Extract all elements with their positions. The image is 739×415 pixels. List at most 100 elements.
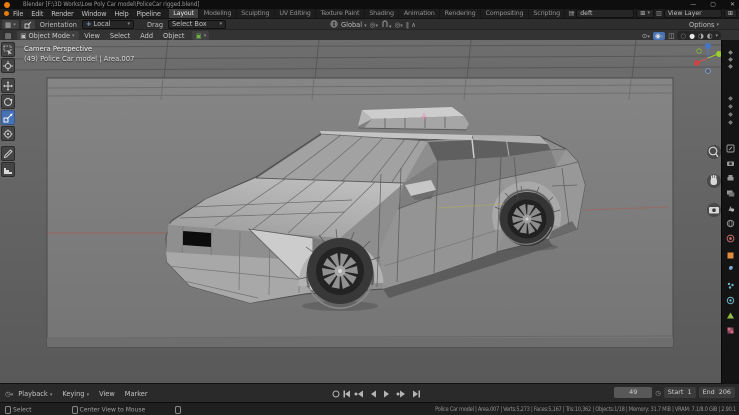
prev-keyframe-button[interactable]	[358, 391, 363, 398]
tab-render-icon[interactable]	[726, 153, 735, 162]
mouse-left-icon	[5, 406, 11, 414]
tab-uv-editing[interactable]: UV Editing	[275, 9, 316, 18]
window-title: Blender [F:\3D Works\Low Poly Car model\…	[23, 1, 199, 8]
main-workspace: Camera Perspective (49) Police Car model…	[0, 40, 739, 383]
tool-transform[interactable]	[1, 126, 15, 141]
shading-solid-icon[interactable]: ●	[689, 32, 695, 40]
playback-menu[interactable]: Playback ▾	[13, 390, 57, 398]
tab-world-icon[interactable]	[726, 213, 735, 222]
tab-physics-icon[interactable]	[726, 290, 735, 299]
tool-annotate[interactable]	[1, 146, 15, 161]
snap-magnet-icon[interactable]: ▾	[381, 20, 392, 30]
tool-scale[interactable]	[1, 110, 15, 125]
drag-label: Drag	[142, 21, 168, 29]
tab-tool-icon[interactable]	[726, 138, 735, 147]
tool-measure[interactable]	[1, 162, 15, 177]
tab-rendering[interactable]: Rendering	[440, 9, 481, 18]
menu-file[interactable]: File	[9, 10, 27, 18]
marker-menu[interactable]: Marker	[120, 390, 153, 398]
tab-compositing[interactable]: Compositing	[481, 9, 529, 18]
close-button[interactable]: ✕	[730, 1, 735, 8]
timeline-header: ◷▾ Playback ▾ Keying ▾ View Marker 49 ◷ …	[0, 383, 739, 403]
tab-output-icon[interactable]	[726, 168, 735, 177]
next-keyframe-button[interactable]	[400, 391, 405, 398]
tab-view-layer-icon[interactable]	[726, 183, 735, 192]
mode-dropdown[interactable]: ▣Object Mode▾	[17, 31, 79, 40]
frame-start-field[interactable]: Start 1	[664, 387, 696, 398]
camera-view-icon[interactable]	[709, 207, 719, 214]
tab-shading[interactable]: Shading	[365, 9, 400, 18]
play-button[interactable]	[384, 391, 389, 398]
tab-modeling[interactable]: Modeling	[199, 9, 236, 18]
tab-modifiers-icon[interactable]	[726, 260, 735, 269]
menu-bar: File Edit Render Window Help Pipeline La…	[0, 9, 739, 18]
editor-type-button[interactable]: ▦▾	[2, 20, 19, 29]
transform-orientation-dropdown[interactable]: Global ▾	[341, 21, 367, 29]
tab-layout[interactable]: Layout	[169, 9, 200, 18]
tool-select-box[interactable]	[1, 42, 15, 57]
options-dropdown[interactable]: Options▾	[689, 21, 719, 29]
gizmo-toggle[interactable]: ⊙▾	[642, 32, 650, 40]
status-select-hint: Select	[5, 406, 32, 414]
select-menu[interactable]: Select	[105, 32, 135, 40]
keying-menu[interactable]: Keying ▾	[57, 390, 94, 398]
drag-dropdown[interactable]: Select Box▾	[168, 20, 226, 29]
tab-scripting[interactable]: Scripting	[529, 9, 566, 18]
scene-name-field[interactable]: deft	[576, 9, 634, 18]
viewport-3d[interactable]	[0, 40, 722, 383]
strip-chevron-3[interactable]	[726, 56, 735, 65]
tab-animation[interactable]: Animation	[399, 9, 440, 18]
tool-cursor[interactable]	[1, 58, 15, 73]
tab-object-icon[interactable]	[726, 245, 735, 254]
tool-bar	[1, 42, 14, 178]
tab-texture-paint[interactable]: Texture Paint	[316, 9, 365, 18]
shading-rendered-icon[interactable]: ◐	[707, 32, 713, 40]
frame-end-field[interactable]: End 206	[699, 387, 735, 398]
tab-sculpting[interactable]: Sculpting	[237, 9, 275, 18]
tool-move[interactable]	[1, 78, 15, 93]
gizmo-slash-icons[interactable]: ∥ ∧	[406, 21, 416, 29]
menu-render[interactable]: Render	[47, 10, 77, 18]
workspace-tabs: Layout Modeling Sculpting UV Editing Tex…	[169, 9, 581, 18]
timeline-editor-icon[interactable]: ◷▾	[5, 390, 13, 398]
object-menu[interactable]: Object	[158, 32, 189, 40]
tab-material-icon[interactable]	[726, 320, 735, 329]
jump-end-button[interactable]	[413, 391, 418, 398]
add-menu[interactable]: Add	[135, 32, 158, 40]
menu-pipeline[interactable]: Pipeline	[133, 10, 165, 18]
new-layer-button[interactable]: ⊞	[724, 9, 737, 18]
shading-material-icon[interactable]: ◑	[698, 32, 704, 40]
blender-logo-icon	[4, 2, 10, 8]
xray-toggle[interactable]: ◫	[668, 32, 674, 40]
tab-data-icon[interactable]	[726, 305, 735, 314]
tab-scene-icon[interactable]	[726, 198, 735, 207]
proportional-edit-icon[interactable]: ◎▾	[394, 21, 402, 29]
menu-window[interactable]: Window	[78, 10, 111, 18]
maximize-button[interactable]: ▢	[710, 1, 716, 8]
menu-help[interactable]: Help	[110, 10, 132, 18]
record-button[interactable]	[333, 391, 339, 397]
police-light-bar	[358, 107, 469, 130]
pivot-point-dropdown[interactable]: ◎▾	[370, 21, 378, 29]
pan-hand-icon[interactable]	[711, 175, 718, 185]
tab-particles-icon[interactable]	[726, 275, 735, 284]
timeline-view-menu[interactable]: View	[94, 390, 120, 398]
new-scene-button[interactable]: ⊞▾	[636, 9, 654, 18]
minimize-button[interactable]: —	[690, 1, 696, 8]
jump-start-button[interactable]	[345, 391, 350, 398]
orientation-dropdown[interactable]: +Local▾	[82, 20, 134, 29]
current-frame-field[interactable]: 49	[614, 387, 652, 398]
view-layer-field[interactable]: View Layer	[664, 9, 722, 18]
tab-render2-icon[interactable]	[726, 228, 735, 237]
active-tool-icon[interactable]	[21, 20, 35, 29]
view-name-text: Camera Perspective	[24, 44, 134, 54]
viewport-editor-icon[interactable]: ▤	[2, 31, 14, 40]
shading-wireframe-icon[interactable]: ○	[680, 32, 686, 40]
object-type-filter[interactable]: ▣▾	[192, 31, 209, 40]
strip-diamond-4[interactable]	[726, 112, 735, 121]
play-reverse-button[interactable]	[371, 391, 376, 398]
tool-rotate[interactable]	[1, 94, 15, 109]
view-menu[interactable]: View	[79, 32, 105, 40]
menu-edit[interactable]: Edit	[27, 10, 47, 18]
overlays-toggle[interactable]: ◉▾	[653, 32, 665, 40]
